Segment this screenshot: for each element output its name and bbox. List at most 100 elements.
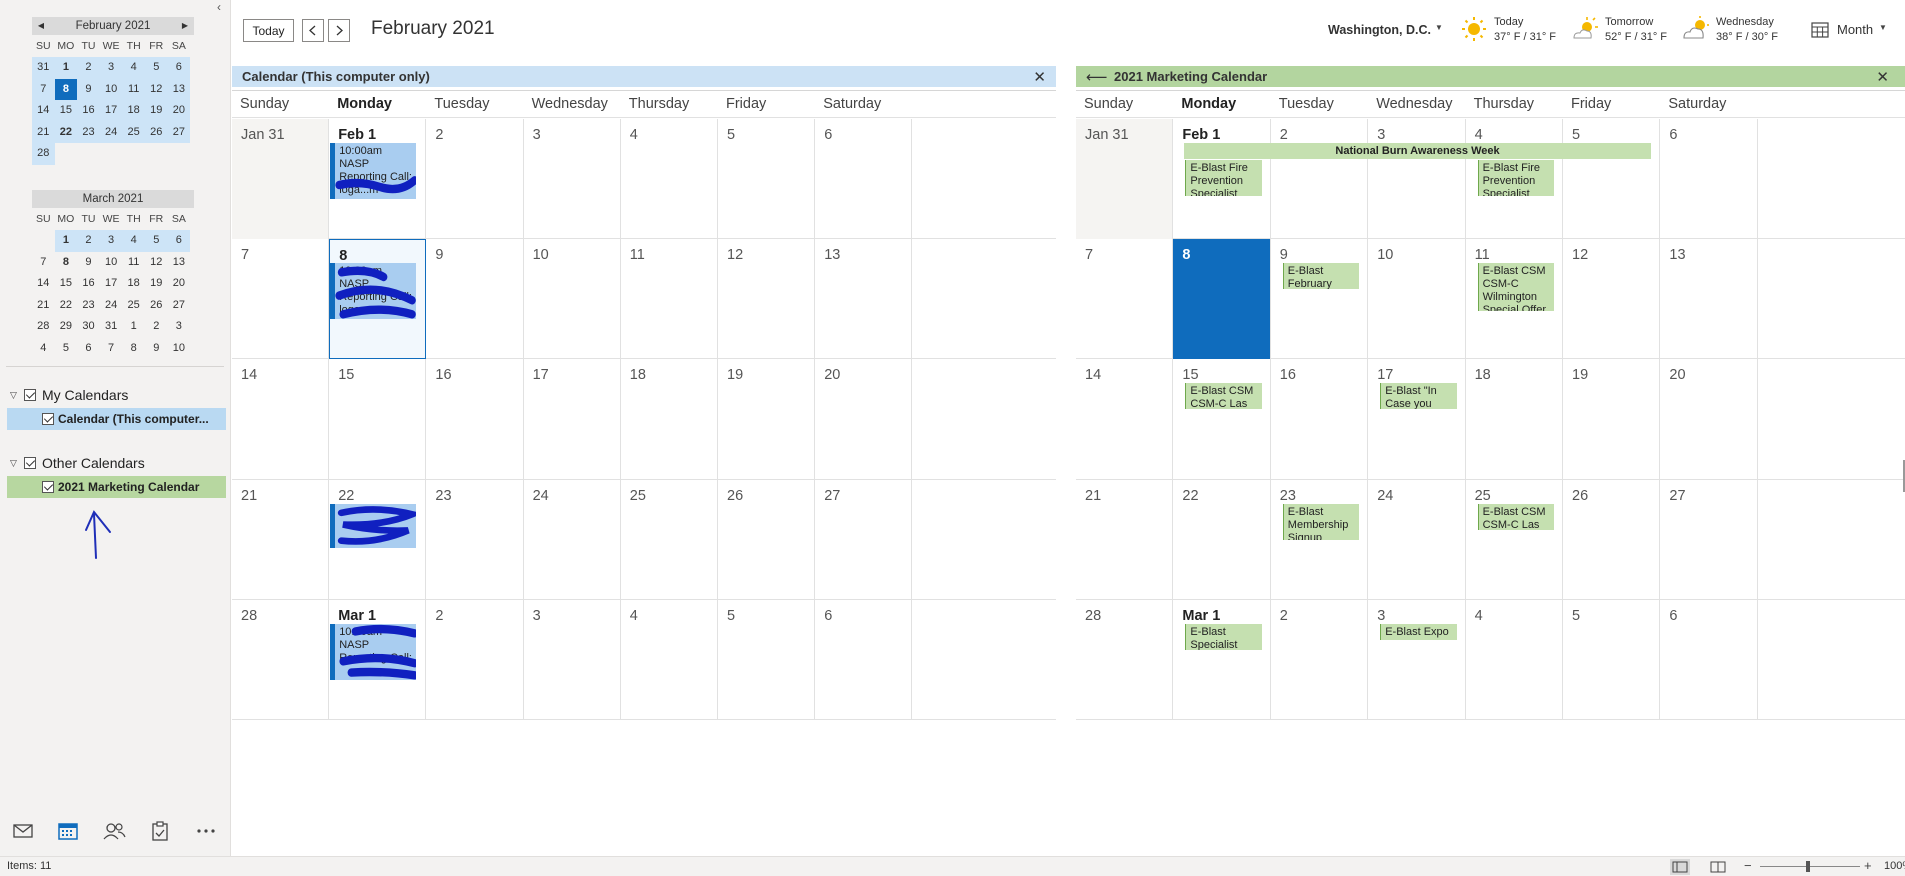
chevron-down-icon[interactable]: ▼: [1879, 23, 1887, 32]
close-icon[interactable]: ✕: [1033, 68, 1046, 86]
day-cell[interactable]: 16: [426, 359, 524, 480]
mini-day[interactable]: 29: [55, 316, 78, 338]
mini-day[interactable]: 1: [54, 57, 78, 79]
day-cell[interactable]: 17: [524, 359, 621, 480]
close-icon[interactable]: ✕: [1876, 68, 1889, 86]
calendar-event[interactable]: E-Blast CSM CSM-C Las Vegas: [1472, 503, 1554, 530]
day-cell[interactable]: 8: [1173, 239, 1271, 360]
mini-day[interactable]: 11: [122, 252, 145, 274]
calendar-event[interactable]: E-Blast Specialist Course Promotion: [1180, 623, 1262, 650]
calendar-view-icon[interactable]: [1810, 20, 1830, 40]
zoom-slider[interactable]: [1760, 866, 1860, 867]
mini-day[interactable]: 28: [32, 316, 55, 338]
mini-day[interactable]: 6: [167, 57, 191, 79]
calendar-event[interactable]: E-Blast Membership Signup: [1277, 503, 1360, 540]
calendar-event[interactable]: 10:00am NASP Reporting Call; loga...m: [330, 263, 417, 320]
mini-day[interactable]: 1: [122, 316, 145, 338]
mini-day[interactable]: 10: [168, 338, 191, 360]
day-cell[interactable]: 21: [232, 479, 330, 600]
mini-day[interactable]: 25: [122, 295, 145, 317]
day-cell[interactable]: 6: [815, 599, 913, 720]
calendar-icon[interactable]: [55, 820, 81, 842]
mini-day[interactable]: 11: [122, 78, 145, 100]
mini-day[interactable]: 10: [99, 78, 123, 100]
mini-day[interactable]: 7: [32, 252, 55, 274]
calendar-item-local[interactable]: Calendar (This computer...: [7, 408, 226, 430]
day-cell[interactable]: 21: [1076, 479, 1174, 600]
mini-day[interactable]: 19: [145, 273, 168, 295]
view-selector[interactable]: Month: [1837, 22, 1873, 37]
mini-day[interactable]: 22: [54, 121, 78, 143]
normal-view-icon[interactable]: [1670, 859, 1690, 875]
day-cell[interactable]: 11: [621, 239, 718, 360]
checkbox[interactable]: [24, 457, 36, 469]
day-cell[interactable]: 6: [815, 119, 913, 240]
day-cell[interactable]: Jan 31: [1076, 119, 1174, 240]
mini-day[interactable]: 20: [168, 273, 191, 295]
mini-day[interactable]: 13: [167, 78, 191, 100]
mini-day[interactable]: 3: [168, 316, 191, 338]
mini-day[interactable]: 9: [145, 338, 168, 360]
mini-day[interactable]: 18: [122, 100, 145, 122]
mini-prev-month-icon[interactable]: ◀: [34, 17, 48, 35]
day-cell[interactable]: 2: [426, 119, 524, 240]
mini-day[interactable]: 12: [145, 252, 168, 274]
more-icon[interactable]: [193, 820, 219, 842]
mini-day[interactable]: 27: [167, 121, 191, 143]
mini-day[interactable]: 28: [32, 143, 55, 165]
day-cell[interactable]: 7: [232, 239, 330, 360]
mini-day[interactable]: 21: [32, 295, 55, 317]
mini-day[interactable]: 16: [77, 273, 100, 295]
day-cell[interactable]: 4: [621, 599, 718, 720]
day-cell[interactable]: 2: [1271, 119, 1369, 240]
next-button[interactable]: [328, 19, 350, 42]
day-cell[interactable]: 3: [524, 599, 621, 720]
mini-day[interactable]: 4: [122, 57, 145, 79]
mini-day[interactable]: 6: [167, 230, 191, 252]
mini-day[interactable]: 4: [32, 338, 55, 360]
mini-day[interactable]: 8: [122, 338, 145, 360]
multiday-event-banner[interactable]: National Burn Awareness Week: [1179, 143, 1651, 159]
day-cell[interactable]: 20: [1660, 359, 1758, 480]
mini-day[interactable]: 14: [32, 100, 55, 122]
day-cell[interactable]: 25: [621, 479, 718, 600]
mini-day[interactable]: 6: [77, 338, 100, 360]
mini-day[interactable]: 26: [144, 121, 168, 143]
day-cell[interactable]: 6: [1660, 119, 1758, 240]
mini-next-month-icon[interactable]: ▶: [178, 17, 192, 35]
day-cell[interactable]: 17: [1368, 359, 1466, 480]
mini-day[interactable]: 12: [144, 78, 168, 100]
mini-day[interactable]: 2: [77, 230, 100, 252]
mini-day[interactable]: 15: [54, 100, 78, 122]
day-cell[interactable]: 9: [426, 239, 524, 360]
day-cell[interactable]: 26: [718, 479, 816, 600]
mini-day[interactable]: 22: [55, 295, 78, 317]
mini-day[interactable]: 3: [99, 57, 123, 79]
calendar-event[interactable]: E-Blast February Newsletter: [1277, 263, 1360, 290]
day-cell[interactable]: 19: [1563, 359, 1661, 480]
day-cell[interactable]: 13: [815, 239, 913, 360]
day-cell[interactable]: 24: [524, 479, 621, 600]
checkbox[interactable]: [42, 413, 54, 425]
calendar-event[interactable]: E-Blast Expo: [1375, 623, 1457, 640]
day-cell[interactable]: 27: [1660, 479, 1758, 600]
mini-day[interactable]: 26: [145, 295, 168, 317]
day-cell[interactable]: 24: [1368, 479, 1466, 600]
mini-day[interactable]: 8: [55, 252, 78, 274]
calendar-event[interactable]: [330, 503, 417, 548]
day-cell[interactable]: Jan 31: [232, 119, 330, 240]
calendar-event[interactable]: E-Blast Fire Prevention Specialist Sale: [1472, 160, 1554, 196]
day-cell[interactable]: 3: [1368, 599, 1466, 720]
other-calendars-group[interactable]: ▽ Other Calendars: [10, 453, 145, 473]
day-cell[interactable]: 6: [1660, 599, 1758, 720]
mini-day[interactable]: 9: [77, 252, 100, 274]
day-cell[interactable]: 18: [1466, 359, 1563, 480]
mini-day[interactable]: 14: [32, 273, 55, 295]
day-cell[interactable]: 18: [621, 359, 718, 480]
calendar-event[interactable]: E-Blast "In Case you Missed it": [1375, 383, 1457, 410]
day-cell[interactable]: 25: [1466, 479, 1563, 600]
day-cell[interactable]: 13: [1660, 239, 1758, 360]
day-cell[interactable]: 12: [1563, 239, 1661, 360]
day-cell[interactable]: 28: [1076, 599, 1174, 720]
mini-day[interactable]: 21: [32, 121, 55, 143]
